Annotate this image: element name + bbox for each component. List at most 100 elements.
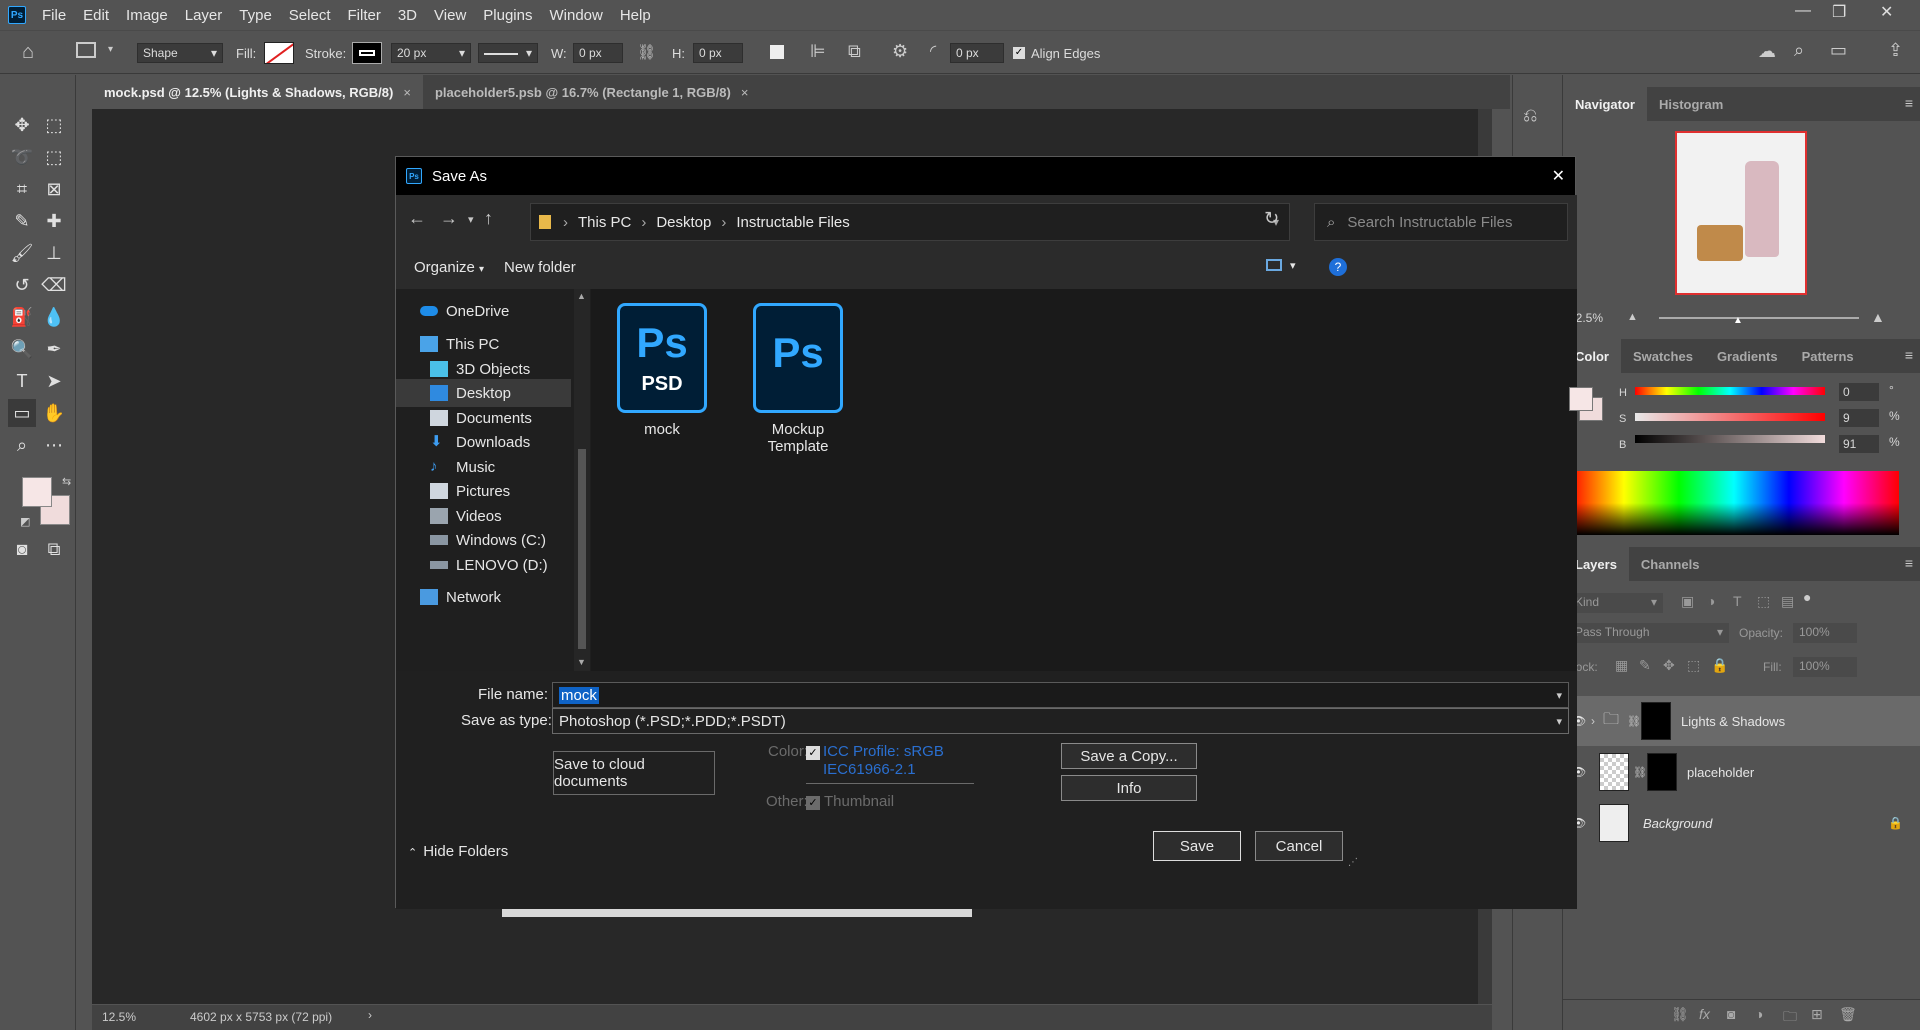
scroll-down-icon[interactable]: ▼ — [577, 657, 586, 667]
more-tools-icon[interactable]: ⋯ — [40, 431, 68, 459]
menu-type[interactable]: Type — [239, 7, 272, 24]
default-colors-icon[interactable]: ◩ — [20, 515, 30, 528]
align-edges-checkbox[interactable]: ✓ — [1013, 47, 1025, 59]
resize-grip-icon[interactable]: ⋰ — [1348, 857, 1358, 868]
zoom-tool-icon[interactable]: ⌕ — [8, 431, 36, 459]
save-type-select[interactable]: Photoshop (*.PSD;*.PDD;*.PSDT) ▾ — [552, 708, 1569, 734]
new-folder-button[interactable]: New folder — [504, 259, 576, 276]
nav-item-windows-c[interactable]: Windows (C:) — [396, 526, 571, 554]
lock-image-icon[interactable]: ✎ — [1639, 657, 1651, 674]
dodge-tool-icon[interactable]: 🔍 — [8, 335, 36, 363]
share-icon[interactable]: ⇪ — [1888, 40, 1903, 61]
eraser-tool-icon[interactable]: ⌫ — [40, 271, 68, 299]
minimize-icon[interactable]: — — [1795, 2, 1811, 20]
search-icon[interactable]: ⌕ — [1794, 40, 1804, 61]
opacity-input[interactable]: 100% — [1793, 623, 1857, 643]
type-tool-icon[interactable]: T — [8, 367, 36, 395]
filter-pixel-icon[interactable]: ▣ — [1681, 593, 1694, 610]
refresh-icon[interactable]: ↻ — [1264, 208, 1279, 229]
layer-name[interactable]: Background — [1643, 816, 1712, 831]
path-selection-tool-icon[interactable]: ➤ — [40, 367, 68, 395]
filter-adjustment-icon[interactable]: ◑ — [1707, 593, 1715, 609]
menu-plugins[interactable]: Plugins — [483, 7, 532, 24]
nav-item-this-pc[interactable]: This PC — [396, 330, 571, 358]
tab-channels[interactable]: Channels — [1629, 547, 1712, 581]
breadcrumb-instructable-files[interactable]: Instructable Files — [736, 214, 849, 231]
layer-name[interactable]: Lights & Shadows — [1681, 714, 1785, 729]
panel-menu-icon[interactable]: ≡ — [1905, 347, 1913, 363]
swap-colors-icon[interactable]: ⇆ — [62, 475, 71, 488]
layer-name[interactable]: placeholder — [1687, 765, 1754, 780]
height-input[interactable]: 0 px — [693, 43, 743, 63]
layer-row[interactable]: 👁 ⛓ placeholder — [1563, 747, 1920, 797]
menu-layer[interactable]: Layer — [185, 7, 223, 24]
nav-item-onedrive[interactable]: OneDrive — [396, 297, 571, 325]
menu-view[interactable]: View — [434, 7, 466, 24]
brightness-input[interactable]: 91 — [1839, 435, 1879, 453]
menu-file[interactable]: File — [42, 7, 66, 24]
screen-mode-icon[interactable]: ⧉ — [40, 535, 68, 563]
fx-icon[interactable]: fx — [1699, 1006, 1710, 1022]
tab-histogram[interactable]: Histogram — [1647, 87, 1735, 121]
forward-arrow-icon[interactable]: → — [440, 208, 458, 229]
menu-edit[interactable]: Edit — [83, 7, 109, 24]
brush-tool-icon[interactable]: 🖌 — [8, 239, 36, 267]
close-icon[interactable]: ✕ — [1552, 166, 1565, 186]
new-group-icon[interactable]: 🗀 — [1783, 1006, 1797, 1030]
file-item-mockup-template[interactable]: Ps Mockup Template — [743, 303, 853, 455]
layer-mask-thumbnail[interactable] — [1647, 753, 1677, 791]
path-alignment-icon[interactable]: ⊫ — [810, 41, 826, 62]
color-fg-swatch[interactable] — [1569, 387, 1593, 411]
layer-row[interactable]: 👁 Background 🔒 — [1563, 798, 1920, 848]
nav-item-downloads[interactable]: ⬇ Downloads — [396, 428, 571, 456]
layer-mask-thumbnail[interactable] — [1641, 702, 1671, 740]
menu-3d[interactable]: 3D — [398, 7, 417, 24]
nav-item-lenovo-d[interactable]: LENOVO (D:) — [396, 551, 571, 579]
navigator-preview[interactable] — [1675, 131, 1807, 295]
move-tool-icon[interactable]: ✥ — [8, 111, 36, 139]
hue-slider[interactable] — [1635, 387, 1825, 395]
brightness-slider[interactable] — [1635, 435, 1825, 443]
lock-icon[interactable]: 🔒 — [1888, 816, 1903, 830]
blur-tool-icon[interactable]: 💧 — [40, 303, 68, 331]
saturation-input[interactable]: 9 — [1839, 409, 1879, 427]
stroke-type-select[interactable]: ▾ — [478, 43, 538, 63]
tab-patterns[interactable]: Patterns — [1790, 339, 1866, 373]
adjustment-layer-icon[interactable]: ◑ — [1755, 1006, 1763, 1022]
menu-window[interactable]: Window — [549, 7, 602, 24]
save-button[interactable]: Save — [1153, 831, 1241, 861]
nav-item-desktop[interactable]: Desktop — [396, 379, 571, 407]
tab-mock[interactable]: mock.psd @ 12.5% (Lights & Shadows, RGB/… — [92, 75, 423, 109]
chevron-right-icon[interactable]: › — [1591, 714, 1603, 728]
back-arrow-icon[interactable]: ← — [408, 208, 426, 229]
layer-thumbnail[interactable] — [1599, 804, 1629, 842]
close-tab-icon[interactable]: × — [741, 85, 749, 100]
search-input[interactable]: ⌕ Search Instructable Files — [1314, 203, 1568, 241]
zoom-in-icon[interactable]: ▲ — [1871, 309, 1885, 325]
lasso-tool-icon[interactable]: ➰ — [8, 143, 36, 171]
cancel-button[interactable]: Cancel — [1255, 831, 1343, 861]
history-brush-tool-icon[interactable]: ↺ — [8, 271, 36, 299]
menu-image[interactable]: Image — [126, 7, 168, 24]
lock-all-icon[interactable]: 🔒 — [1711, 657, 1728, 674]
rectangle-tool-icon[interactable] — [76, 42, 96, 58]
navigator-zoom-slider[interactable] — [1659, 317, 1859, 319]
menu-help[interactable]: Help — [620, 7, 651, 24]
object-selection-tool-icon[interactable]: ⬚ — [40, 143, 68, 171]
organize-button[interactable]: Organize ▾ — [414, 259, 484, 276]
link-layers-icon[interactable]: ⛓ — [1671, 1006, 1689, 1023]
gear-icon[interactable]: ⚙ — [892, 41, 908, 62]
fill-swatch[interactable] — [264, 42, 294, 64]
path-operations-icon[interactable] — [770, 45, 784, 59]
scroll-thumb[interactable] — [578, 449, 586, 649]
view-options-icon[interactable] — [1266, 259, 1282, 271]
chevron-down-icon[interactable]: ▾ — [108, 44, 113, 55]
zoom-out-icon[interactable]: ▲ — [1627, 311, 1638, 323]
lock-transparent-icon[interactable]: ▦ — [1615, 657, 1628, 674]
workspace-icon[interactable]: ▭ — [1830, 40, 1847, 61]
rectangle-tool-active-icon[interactable]: ▭ — [8, 399, 36, 427]
scroll-up-icon[interactable]: ▲ — [577, 291, 586, 301]
width-input[interactable]: 0 px — [573, 43, 623, 63]
breadcrumb-desktop[interactable]: Desktop — [656, 214, 711, 231]
blend-mode-select[interactable]: Pass Through ▾ — [1569, 623, 1729, 643]
